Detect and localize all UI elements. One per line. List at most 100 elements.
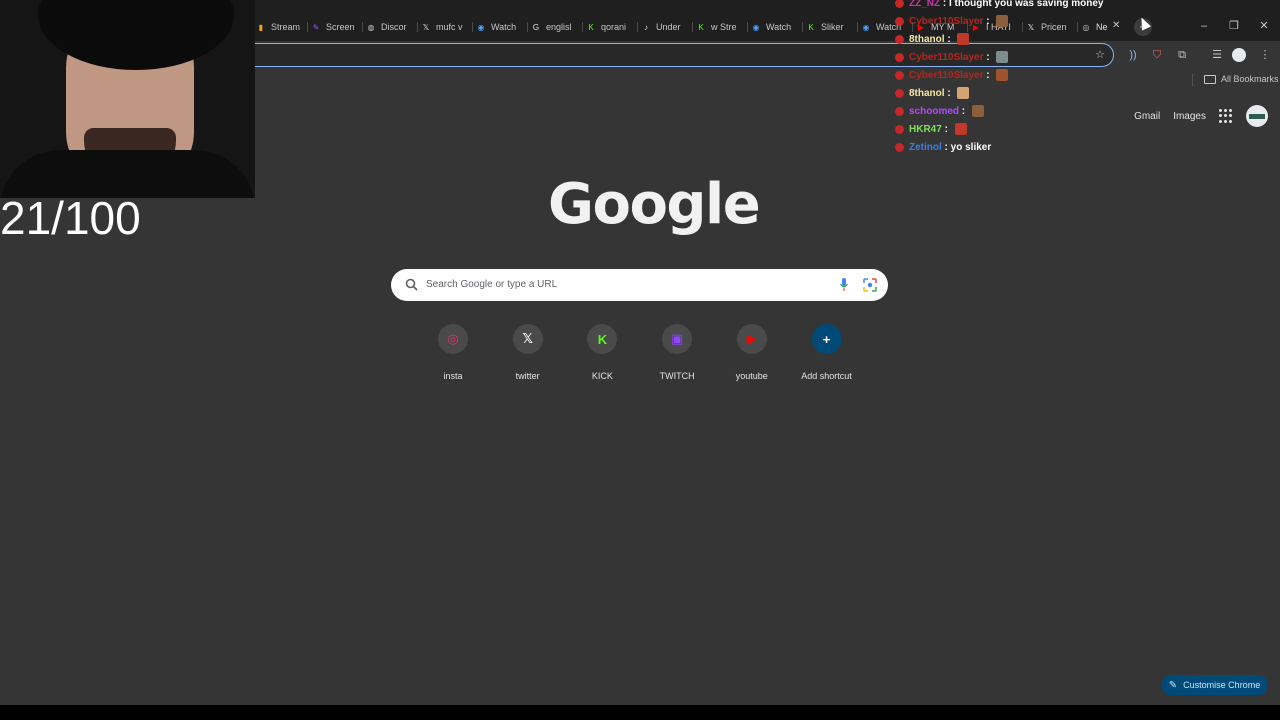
- menu-kebab-icon[interactable]: ⋮: [1256, 46, 1274, 64]
- images-link[interactable]: Images: [1173, 111, 1206, 122]
- shortcut-twitch[interactable]: ▣ TWITCH: [642, 324, 712, 381]
- extension-shield-icon[interactable]: ⛉: [1148, 46, 1166, 64]
- kick-icon: K: [597, 331, 608, 347]
- twitch-icon: ▣: [670, 331, 684, 346]
- chat-separator: :: [983, 15, 993, 27]
- search-box[interactable]: Search Google or type a URL: [391, 269, 888, 301]
- chat-separator: :: [944, 87, 954, 99]
- stream-counter: 21/100: [0, 192, 141, 244]
- chat-message: Cyber110Slayer :: [895, 66, 1125, 84]
- microphone-icon[interactable]: [839, 277, 849, 293]
- shortcut-add-shortcut[interactable]: + Add shortcut: [792, 324, 862, 381]
- tab-7[interactable]: Kqorani: [586, 17, 634, 37]
- shortcut-youtube[interactable]: ▶ youtube: [717, 324, 787, 381]
- tab-10[interactable]: ◉ Watch: [751, 17, 799, 37]
- chat-message: Zetinol : yo sliker: [895, 138, 1125, 156]
- tab-1[interactable]: ▮ Stream: [256, 17, 304, 37]
- shortcut-label: youtube: [735, 371, 768, 381]
- chat-text: yo sliker: [950, 141, 992, 153]
- all-bookmarks-button[interactable]: All Bookmarks: [1204, 74, 1279, 84]
- google-g-icon: G: [532, 22, 540, 32]
- reading-list-icon[interactable]: ☰: [1208, 46, 1226, 64]
- chat-badge-icon: [895, 0, 904, 8]
- chat-separator: :: [941, 141, 951, 153]
- chat-emote-icon: [996, 15, 1009, 27]
- cast-icon[interactable]: )): [1124, 46, 1142, 64]
- bookmarks-divider: [1192, 74, 1193, 86]
- chat-separator: :: [940, 0, 949, 9]
- chat-badge-icon: [895, 106, 904, 116]
- tab-9[interactable]: Kw Stre: [696, 17, 744, 37]
- extensions-puzzle-icon[interactable]: ⧉: [1173, 46, 1191, 64]
- customise-chrome-button[interactable]: ✎ Customise Chrome: [1161, 675, 1268, 695]
- tab-label: Stream: [271, 22, 301, 32]
- shortcut-tile: ◎: [438, 324, 468, 354]
- bottom-bar: [0, 705, 1280, 720]
- minimize-button[interactable]: –: [1196, 18, 1212, 34]
- shortcut-kick[interactable]: K KICK: [567, 324, 637, 381]
- tab-5[interactable]: ◉ Watch: [476, 17, 524, 37]
- tab-label: Sliker: [821, 22, 844, 32]
- shortcut-twitter[interactable]: 𝕏twitter: [493, 324, 563, 381]
- chat-username: Cyber110Slayer: [909, 51, 984, 63]
- pencil-icon: ✎: [1168, 679, 1178, 691]
- tab-label: englisl: [546, 22, 572, 32]
- chat-separator: :: [983, 51, 993, 63]
- tab-separator: [637, 22, 638, 32]
- tab-8[interactable]: ♪ Under: [641, 17, 689, 37]
- chat-separator: :: [983, 69, 993, 81]
- shortcut-label: insta: [443, 371, 463, 381]
- tab-2[interactable]: ✎ Screen: [311, 17, 359, 37]
- tab-label: Watch: [491, 22, 517, 32]
- kick-icon: K: [588, 22, 594, 32]
- tab-11[interactable]: K Sliker: [806, 17, 854, 37]
- shortcut-tile: K: [587, 324, 618, 354]
- chat-emote-icon: [954, 123, 967, 135]
- tab-3[interactable]: ◍ Discor: [366, 17, 414, 37]
- bar-chart-icon: ▮: [258, 22, 264, 32]
- maximize-button[interactable]: ❐: [1226, 18, 1242, 34]
- chat-message: Cyber110Slayer :: [895, 48, 1125, 66]
- account-avatar[interactable]: [1246, 105, 1268, 127]
- chat-separator: :: [941, 123, 951, 135]
- search-icon: [405, 278, 418, 291]
- google-apps-icon[interactable]: [1219, 109, 1233, 123]
- tab-separator: [362, 22, 363, 32]
- chat-badge-icon: [895, 34, 904, 44]
- x-logo-icon: 𝕏: [522, 331, 533, 346]
- pen-icon: ✎: [312, 22, 320, 32]
- tab-separator: [417, 22, 418, 32]
- chat-badge-icon: [895, 16, 904, 26]
- chat-badge-icon: [895, 88, 904, 98]
- shortcut-tile: ▶: [736, 324, 767, 354]
- tab-label: w Stre: [711, 22, 737, 32]
- webcam-overlay: [0, 0, 255, 198]
- shortcut-label: TWITCH: [659, 371, 695, 381]
- chat-message: 8thanol :: [895, 30, 1125, 48]
- all-bookmarks-label: All Bookmarks: [1221, 74, 1279, 84]
- shortcut-insta[interactable]: ◎ insta: [418, 324, 488, 381]
- close-window-button[interactable]: ✕: [1256, 18, 1272, 34]
- x-logo-icon: 𝕏: [422, 22, 430, 32]
- chat-badge-icon: [895, 142, 904, 152]
- google-lens-icon[interactable]: [863, 278, 877, 292]
- tab-separator: [747, 22, 748, 32]
- search-placeholder: Search Google or type a URL: [426, 279, 558, 290]
- ntp-header-links: Gmail Images: [1134, 104, 1280, 128]
- tab-6[interactable]: Genglisl: [531, 17, 579, 37]
- tab-separator: [802, 22, 803, 32]
- tab-4[interactable]: 𝕏mufc v: [421, 17, 469, 37]
- play-circle-icon: ◉: [477, 22, 485, 32]
- chat-message: HKR47 :: [895, 120, 1125, 138]
- globe-icon: ◍: [367, 22, 375, 32]
- tab-separator: [307, 22, 308, 32]
- profile-avatar-icon[interactable]: [1232, 48, 1246, 62]
- tab-label: Under: [656, 22, 681, 32]
- chat-emote-icon: [957, 33, 970, 45]
- folder-icon: [1204, 74, 1216, 84]
- gmail-link[interactable]: Gmail: [1134, 111, 1160, 122]
- chat-text: I thought you was saving money: [949, 0, 1104, 9]
- tab-separator: [582, 22, 583, 32]
- instagram-icon: ◎: [447, 331, 459, 346]
- shortcut-tile: +: [811, 324, 842, 354]
